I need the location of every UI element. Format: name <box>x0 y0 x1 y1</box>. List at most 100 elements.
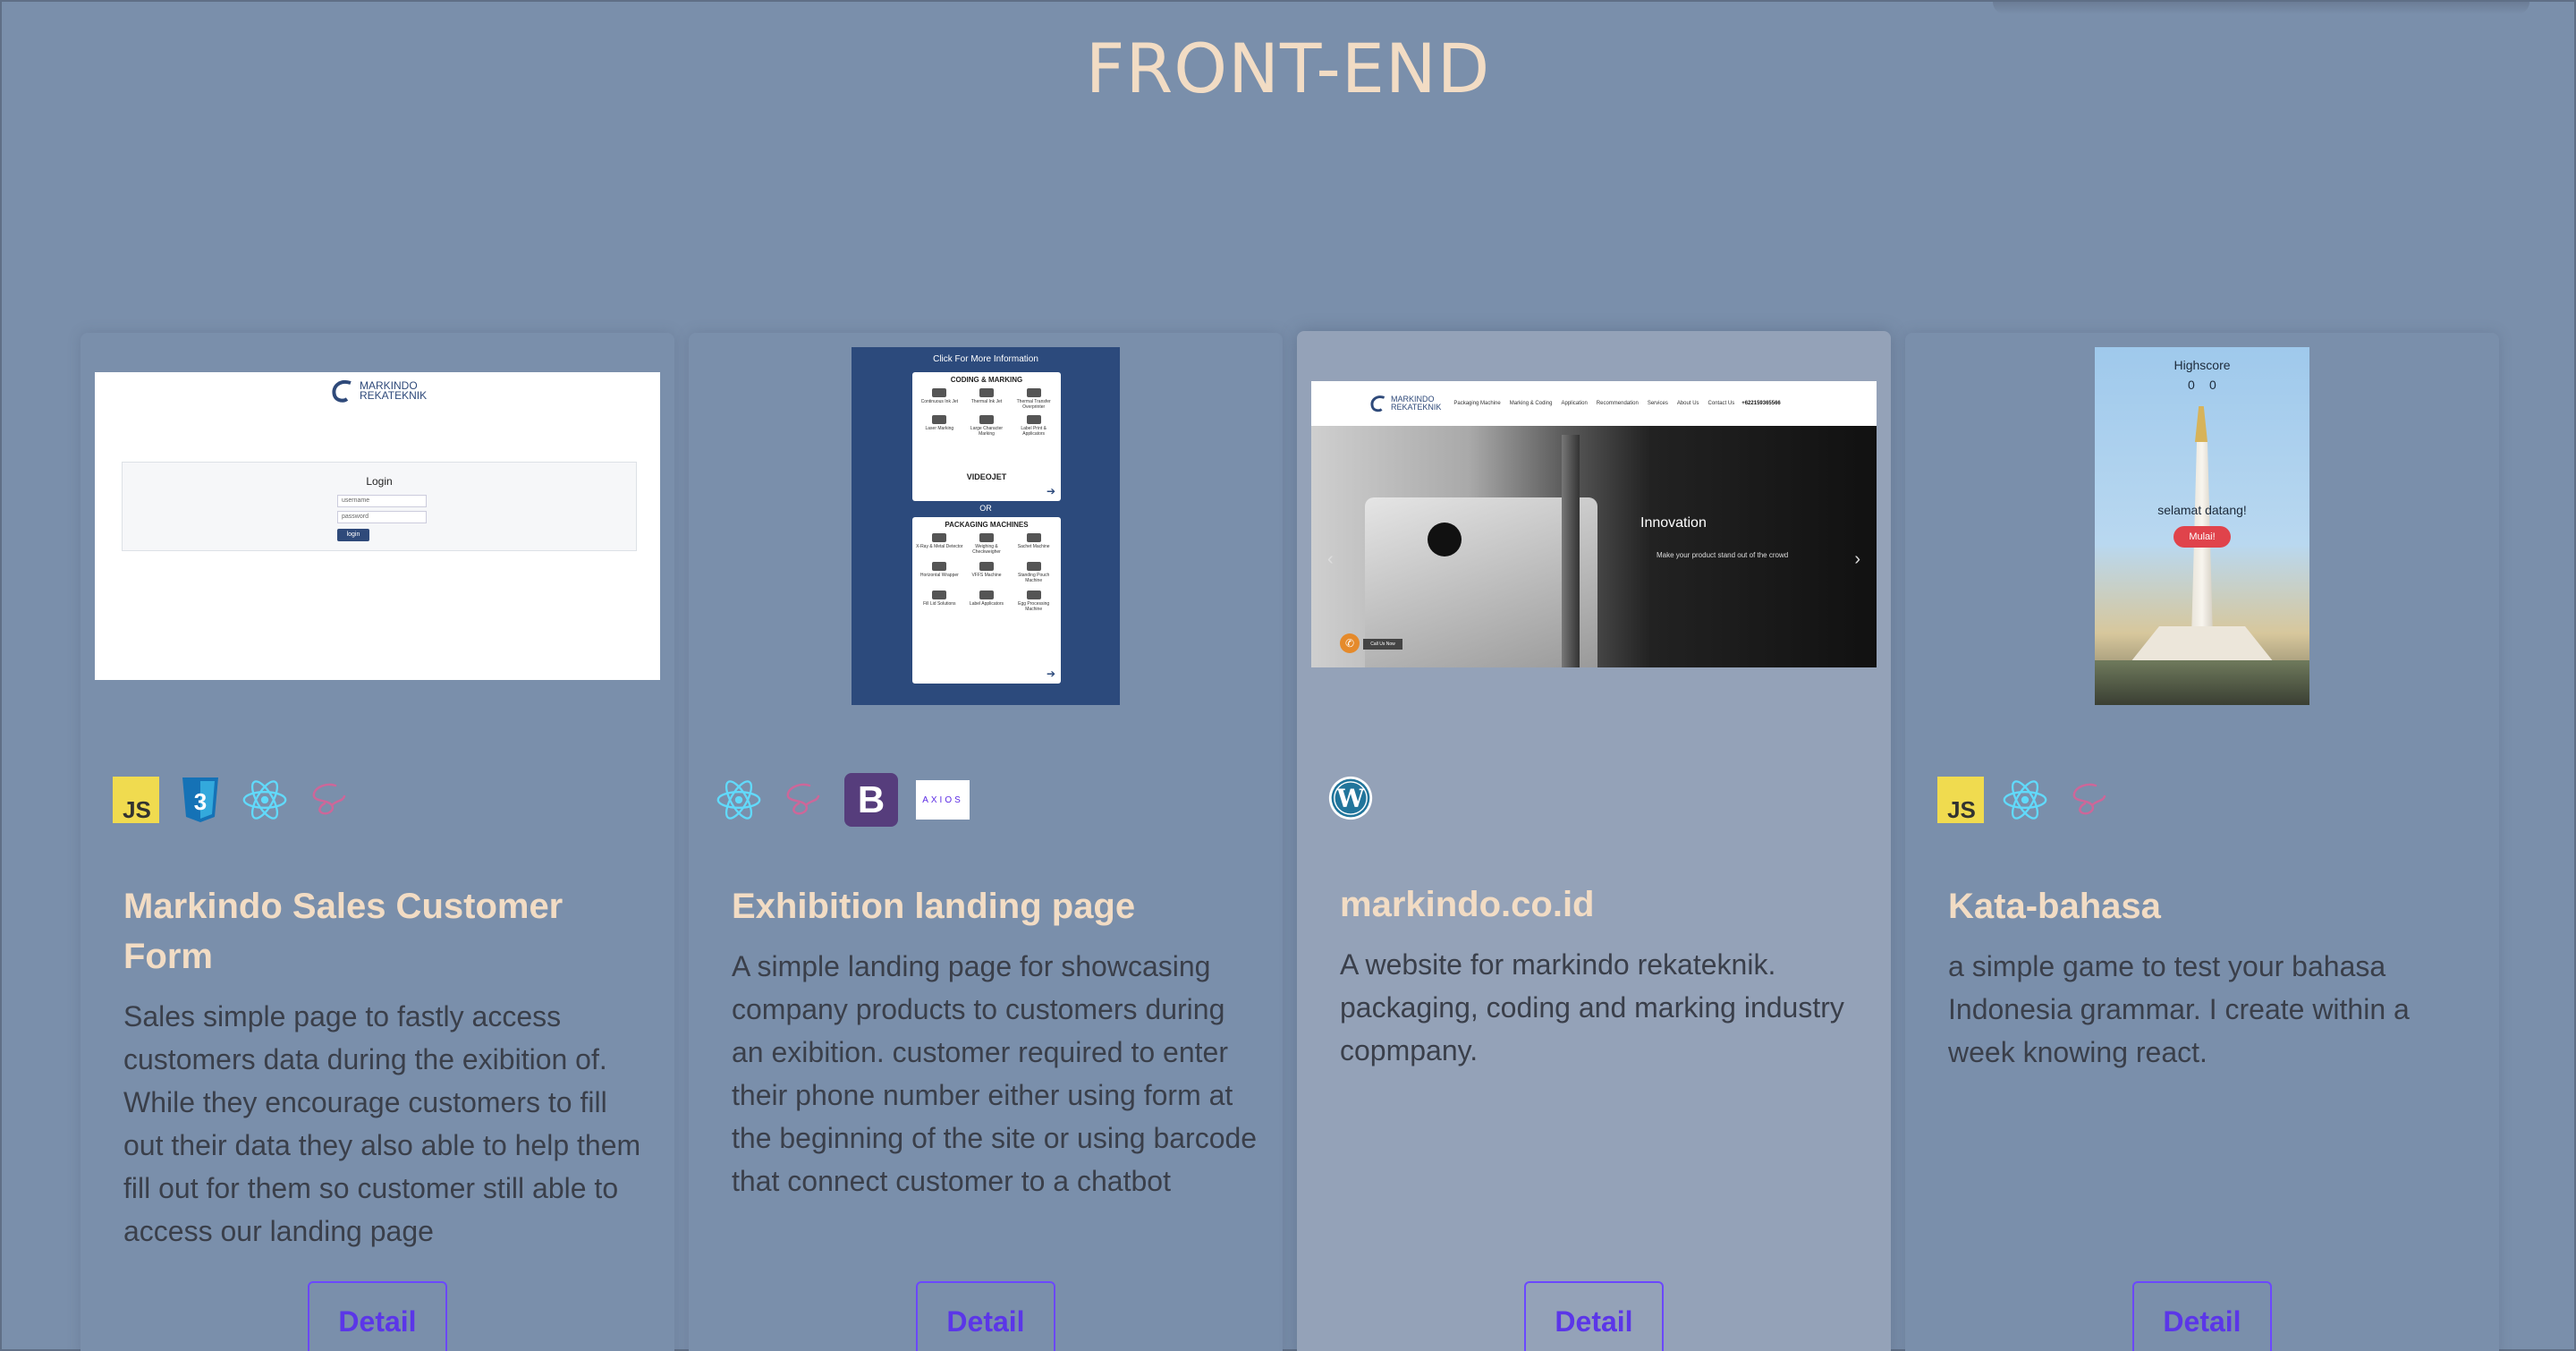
section2-title: PACKAGING MACHINES <box>945 521 1029 529</box>
site-nav-item[interactable]: Contact Us <box>1708 401 1735 406</box>
product-icon <box>932 562 947 571</box>
call-us-button[interactable]: Call Us Now <box>1363 639 1402 650</box>
product-icon <box>979 533 994 542</box>
site-nav-item[interactable]: About Us <box>1677 401 1699 406</box>
react-icon <box>716 777 762 823</box>
username-input[interactable]: username <box>337 495 427 507</box>
packaging-panel[interactable]: PACKAGING MACHINES X-Ray & Metal Detecto… <box>912 517 1061 684</box>
product-icon <box>1026 388 1041 397</box>
thumb-header: Click For More Information <box>933 354 1038 364</box>
site-nav-item[interactable]: Recommendation <box>1597 401 1639 406</box>
product-item[interactable]: Label Applicators <box>963 591 1011 612</box>
tech-stack: JS 3 <box>113 771 352 828</box>
hero-subtitle: Make your product stand out of the crowd <box>1657 551 1789 559</box>
product-icon <box>979 591 994 599</box>
product-item[interactable]: Label Print & Applicators <box>1010 415 1057 437</box>
product-icon <box>979 562 994 571</box>
product-item[interactable]: Large Character Marking <box>963 415 1011 437</box>
arrow-right-icon[interactable]: ➔ <box>1046 485 1055 497</box>
score-right: 0 <box>2209 378 2216 392</box>
product-label: Label Print & Applicators <box>1021 426 1046 437</box>
site-nav-item[interactable]: Services <box>1648 401 1668 406</box>
product-icon <box>932 388 947 397</box>
product-label: Thermal Ink Jet <box>970 399 1003 404</box>
arrow-right-icon[interactable]: ➔ <box>1046 667 1055 680</box>
site-phone: +622159365566 <box>1741 401 1781 406</box>
card-description: a simple game to test your bahasa Indone… <box>1948 950 2410 1068</box>
react-icon <box>2002 777 2048 823</box>
project-thumbnail[interactable]: MARKINDO REKATEKNIK Login username passw… <box>95 372 660 680</box>
wordpress-icon: W <box>1327 775 1374 821</box>
logo-swoosh-icon <box>332 380 352 403</box>
top-shadow <box>1993 2 2529 14</box>
project-thumbnail[interactable]: Click For More Information CODING & MARK… <box>852 347 1120 705</box>
react-icon <box>242 777 288 823</box>
product-label: Label Applicators <box>969 601 1004 607</box>
product-label: Fill Lid Solutions <box>923 601 956 607</box>
product-label: Laser Marking <box>925 426 954 431</box>
product-label: Standing Pouch Machine <box>1018 573 1050 583</box>
card-title: Markindo Sales Customer Form <box>123 887 564 976</box>
project-thumbnail[interactable]: Highscore 0 0 selamat datang! Mulai! <box>2095 347 2309 705</box>
highscore-label: Highscore <box>2174 358 2231 372</box>
site-nav-item[interactable]: Application <box>1561 401 1587 406</box>
detail-button[interactable]: Detail <box>2132 1281 2272 1351</box>
product-item[interactable]: Laser Marking <box>916 415 963 437</box>
detail-button[interactable]: Detail <box>916 1281 1055 1351</box>
site-nav-item[interactable]: Marking & Coding <box>1510 401 1553 406</box>
product-item[interactable]: Thermal Ink Jet <box>963 388 1011 410</box>
product-item[interactable]: Horizontal Wrapper <box>916 562 963 583</box>
product-item[interactable]: VFFS Machine <box>963 562 1011 583</box>
detail-button[interactable]: Detail <box>308 1281 447 1351</box>
product-item[interactable]: Egg Processing Machine <box>1010 591 1057 612</box>
product-icon <box>932 591 947 599</box>
sass-icon <box>306 777 352 823</box>
project-card-kata-bahasa[interactable]: Highscore 0 0 selamat datang! Mulai! JS … <box>1905 333 2499 1351</box>
product-item[interactable]: Weighing & Checkweigher <box>963 533 1011 555</box>
product-item[interactable]: Sachet Machine <box>1010 533 1057 555</box>
start-game-button[interactable]: Mulai! <box>2174 526 2231 548</box>
product-icon <box>1026 591 1041 599</box>
machine-detail <box>1428 523 1462 557</box>
sass-icon <box>2066 777 2113 823</box>
project-card-markindo-website[interactable]: MARKINDO REKATEKNIK Packaging Machine Mar… <box>1297 331 1891 1351</box>
site-nav-item[interactable]: Packaging Machine <box>1453 401 1500 406</box>
product-item[interactable]: Thermal Transfer Overprinter <box>1010 388 1057 410</box>
svg-text:3: 3 <box>194 788 207 815</box>
product-label: Thermal Transfer Overprinter <box>1016 399 1051 410</box>
card-title: Kata-bahasa <box>1948 887 2161 926</box>
product-item[interactable]: Continuous Ink Jet <box>916 388 963 410</box>
login-title: Login <box>366 475 393 488</box>
chevron-right-icon[interactable]: › <box>1854 549 1860 570</box>
videojet-logo: VIDEOJET <box>966 472 1007 481</box>
company-logo: MARKINDO REKATEKNIK <box>1368 394 1441 413</box>
product-item[interactable]: Fill Lid Solutions <box>916 591 963 612</box>
machine-detail <box>1562 435 1580 667</box>
phone-icon[interactable]: ✆ <box>1340 633 1360 653</box>
password-input[interactable]: password <box>337 511 427 523</box>
product-item[interactable]: X-Ray & Metal Detector <box>916 533 963 555</box>
chevron-left-icon[interactable]: ‹ <box>1327 549 1334 570</box>
tech-stack: JS <box>1937 771 2113 828</box>
detail-button[interactable]: Detail <box>1524 1281 1664 1351</box>
project-grid: MARKINDO REKATEKNIK Login username passw… <box>80 331 2499 1351</box>
login-button[interactable]: login <box>337 529 369 541</box>
section1-items: Continuous Ink Jet Thermal Ink Jet Thermal… <box>916 388 1057 437</box>
project-card-markindo-sales-form[interactable]: MARKINDO REKATEKNIK Login username passw… <box>80 333 674 1351</box>
sass-icon <box>780 777 826 823</box>
product-icon <box>1026 562 1041 571</box>
product-icon <box>1026 415 1041 424</box>
card-description: Sales simple page to fastly access custo… <box>123 1000 641 1247</box>
product-item[interactable]: Standing Pouch Machine <box>1010 562 1057 583</box>
welcome-text: selamat datang! <box>2157 503 2247 517</box>
product-icon <box>979 388 994 397</box>
monas-flame <box>2195 406 2207 442</box>
product-icon <box>1026 533 1041 542</box>
coding-marking-panel[interactable]: CODING & MARKING Continuous Ink Jet Therm… <box>912 372 1061 501</box>
bootstrap-icon: B <box>844 773 898 827</box>
or-separator: OR <box>979 504 992 513</box>
section2-items: X-Ray & Metal Detector Weighing & Checkwe… <box>916 533 1057 612</box>
site-nav-menu: Packaging Machine Marking & Coding Applica… <box>1453 401 1734 406</box>
project-card-exhibition-landing[interactable]: Click For More Information CODING & MARK… <box>689 333 1283 1351</box>
project-thumbnail[interactable]: MARKINDO REKATEKNIK Packaging Machine Mar… <box>1311 381 1877 667</box>
